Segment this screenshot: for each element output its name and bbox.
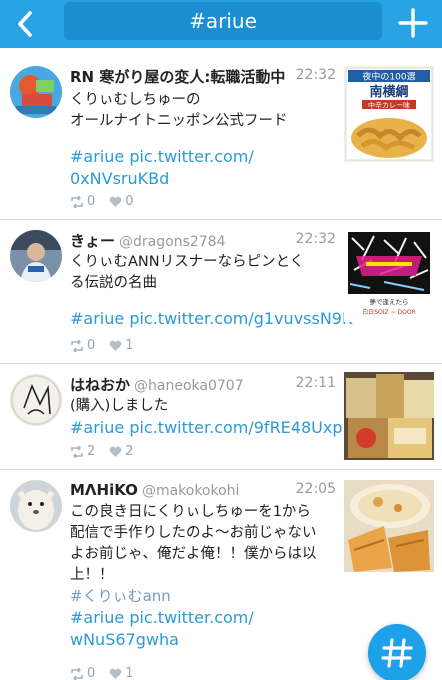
- like-count: 0: [125, 194, 134, 209]
- like-count: 2: [125, 444, 134, 459]
- like-count: 1: [125, 338, 134, 353]
- tweet-actions: 0 0: [70, 194, 134, 209]
- like-button[interactable]: 1: [109, 338, 134, 353]
- tweet-text: くりぃむしちゅーの オールナイトニッポン公式フード #ariue pic.twi…: [70, 90, 338, 190]
- back-button[interactable]: [12, 10, 40, 38]
- media-link[interactable]: pic.twitter.com/: [129, 147, 253, 166]
- retweet-count: 2: [87, 444, 96, 459]
- avatar[interactable]: [10, 66, 62, 118]
- retweet-icon: [71, 195, 83, 208]
- tweet-text-line: くりぃむしちゅーの: [70, 92, 201, 108]
- tweet-thumbnail[interactable]: [344, 372, 434, 460]
- tweet-text-line: (購入)しました: [70, 398, 169, 414]
- tweet-text-line: オールナイトニッポン公式フード: [70, 113, 288, 129]
- tweet-time: 22:05: [295, 481, 336, 497]
- tweet-thumbnail[interactable]: 夢で逢えたら 白日SOIZ ~ DOOR: [344, 230, 434, 322]
- tweet-text-line: 上！！: [70, 567, 114, 583]
- retweet-count: 0: [87, 666, 96, 680]
- retweet-count: 0: [87, 338, 96, 353]
- tweet-item[interactable]: RN 寒がり屋の変人:転職活動中 22:32 くりぃむしちゅーの オールナイトニ…: [0, 48, 442, 220]
- tweet-text-line: る伝説の名曲: [70, 275, 157, 291]
- chevron-left-icon: [18, 11, 32, 37]
- tweet-text-line: 配信で手作りしたのよ～お前じゃない: [70, 525, 317, 541]
- thumb-subcaption: 白日SOIZ ~ DOOR: [362, 308, 416, 316]
- like-button[interactable]: 1: [109, 666, 134, 680]
- tweet-actions: 0 1: [70, 338, 134, 353]
- thumb-brand: 南横綱: [369, 84, 408, 100]
- hashtag-link[interactable]: #ariue: [70, 309, 124, 328]
- tweet-thumbnail[interactable]: 夜中の100選 南横綱 中辛カレー味: [344, 66, 434, 162]
- tweet-time: 22:32: [295, 231, 336, 247]
- author-name[interactable]: RN 寒がり屋の変人:転職活動中: [70, 68, 285, 86]
- plus-icon: [398, 8, 428, 38]
- tweet-actions: 0 1: [70, 666, 134, 680]
- tweet-text: この良き日にくりぃしちゅーを1から 配信で手作りしたのよ～お前じゃない よお前じ…: [70, 502, 338, 651]
- heart-icon: [109, 668, 122, 679]
- heart-icon: [109, 446, 122, 457]
- tweet-item[interactable]: はねおか @haneoka0707 22:11 (購入)しました #ariue p…: [0, 364, 442, 470]
- thumb-caption: 夢で逢えたら: [370, 297, 409, 306]
- tweet-time: 22:32: [295, 67, 336, 83]
- search-query-field[interactable]: #ariue: [64, 2, 382, 40]
- tweet-text-line: この良き日にくりぃしちゅーを1から: [70, 504, 311, 520]
- tweet-text-line: よお前じゃ、俺だよ俺！！僕からは以: [70, 546, 317, 562]
- hashtag-link[interactable]: #ariue: [70, 418, 124, 437]
- thumb-flavor: 中辛カレー味: [368, 101, 410, 110]
- tweet-timeline[interactable]: RN 寒がり屋の変人:転職活動中 22:32 くりぃむしちゅーの オールナイトニ…: [0, 48, 442, 680]
- hashtag-icon: [381, 638, 413, 668]
- compose-button[interactable]: [398, 8, 428, 38]
- media-link[interactable]: pic.twitter.com/g1vuvssN9K: [129, 309, 352, 328]
- header-bar: #ariue: [0, 0, 442, 48]
- author-handle[interactable]: @dragons2784: [119, 234, 225, 250]
- retweet-count: 0: [87, 194, 96, 209]
- tweet-time: 22:11: [295, 375, 336, 391]
- media-link[interactable]: pic.twitter.com/: [129, 608, 253, 627]
- hashtag-link[interactable]: #ariue: [70, 608, 124, 627]
- hashtag-fab-button[interactable]: [368, 624, 426, 680]
- tweet-thumbnail[interactable]: [344, 480, 434, 572]
- avatar[interactable]: [10, 230, 62, 282]
- author-handle[interactable]: @makokokohi: [142, 483, 240, 499]
- author-name[interactable]: はねおか: [70, 376, 130, 394]
- like-button[interactable]: 2: [109, 444, 134, 459]
- author-handle[interactable]: @haneoka0707: [134, 378, 244, 394]
- search-query-text: #ariue: [189, 9, 257, 33]
- like-count: 1: [125, 666, 134, 680]
- hashtag-link[interactable]: #くりぃむann: [70, 586, 338, 607]
- heart-icon: [109, 196, 122, 207]
- author-name[interactable]: MΛHiKO: [70, 481, 138, 499]
- avatar[interactable]: [10, 374, 62, 426]
- heart-icon: [109, 340, 122, 351]
- media-link-cont[interactable]: 0xNVsruKBd: [70, 168, 338, 190]
- retweet-button[interactable]: 0: [70, 194, 95, 209]
- retweet-button[interactable]: 0: [70, 666, 95, 680]
- retweet-icon: [71, 667, 83, 680]
- tweet-item[interactable]: きょー @dragons2784 22:32 くりぃむANNリスナーならピンとく …: [0, 220, 442, 364]
- media-link[interactable]: pic.twitter.com/9fRE48Uxpl: [129, 418, 347, 437]
- tweet-actions: 2 2: [70, 444, 134, 459]
- tweet-text: くりぃむANNリスナーならピンとく る伝説の名曲 #ariue pic.twit…: [70, 252, 352, 330]
- tweet-text-line: くりぃむANNリスナーならピンとく: [70, 254, 305, 270]
- retweet-button[interactable]: 2: [70, 444, 95, 459]
- hashtag-link[interactable]: #ariue: [70, 147, 124, 166]
- tweet-text: (購入)しました #ariue pic.twitter.com/9fRE48Ux…: [70, 396, 347, 439]
- avatar[interactable]: [10, 480, 62, 532]
- retweet-icon: [71, 445, 83, 458]
- like-button[interactable]: 0: [109, 194, 134, 209]
- retweet-button[interactable]: 0: [70, 338, 95, 353]
- media-link-cont[interactable]: wNuS67gwha: [70, 629, 338, 651]
- author-name[interactable]: きょー: [70, 232, 115, 250]
- thumb-label: 夜中の100選: [362, 71, 415, 83]
- retweet-icon: [71, 339, 83, 352]
